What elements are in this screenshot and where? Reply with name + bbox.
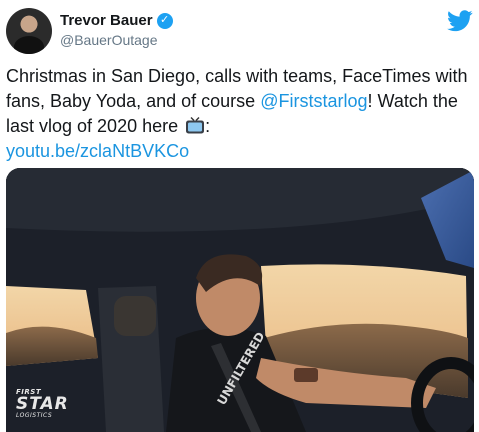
tweet-card: Trevor Bauer ✓ @BauerOutage Christmas in… <box>0 0 479 432</box>
television-icon <box>186 117 205 134</box>
twitter-bird-icon[interactable] <box>447 10 473 32</box>
mention-link[interactable]: @Firststarlog <box>260 91 367 111</box>
verified-badge-icon: ✓ <box>156 12 173 29</box>
video-link[interactable]: youtu.be/zclaNtBVKCo <box>6 141 189 161</box>
tweet-text-part3: : <box>205 116 211 136</box>
avatar[interactable] <box>6 8 52 54</box>
first-star-logistics-watermark: FIRST STAR LOGISTICS <box>16 388 76 426</box>
author-name-row: Trevor Bauer ✓ <box>60 12 173 29</box>
watermark-main: STAR <box>16 394 69 414</box>
author-handle[interactable]: @BauerOutage <box>60 32 158 48</box>
video-thumbnail[interactable]: UNFILTERED FIRST STAR LOGISTICS <box>6 168 474 432</box>
video-frame-image: UNFILTERED <box>6 168 474 432</box>
tweet-text: Christmas in San Diego, calls with teams… <box>6 64 474 164</box>
author-display-name[interactable]: Trevor Bauer <box>60 12 153 29</box>
